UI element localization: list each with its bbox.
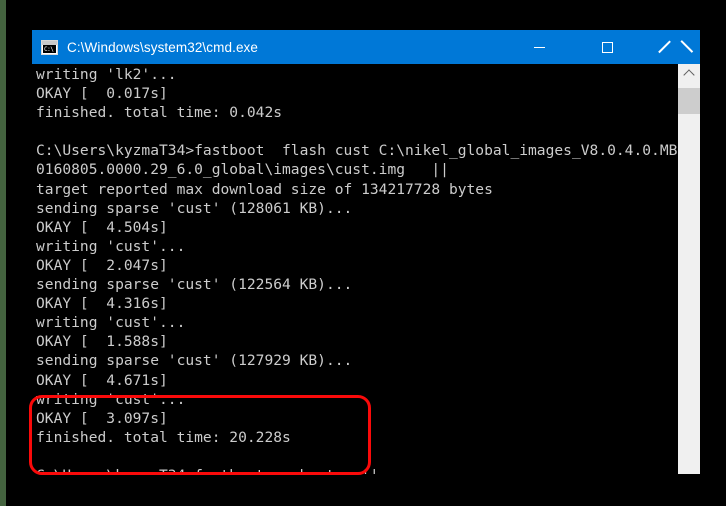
- maximize-button[interactable]: [584, 30, 630, 64]
- console-line: writing 'cust'...: [36, 390, 186, 408]
- console-line: writing 'cust'...: [36, 237, 186, 255]
- console-line: sending sparse 'cust' (122564 KB)...: [36, 276, 353, 294]
- window-title-text: C:\Windows\system32\cmd.exe: [67, 39, 259, 55]
- console-scrollbar[interactable]: [678, 64, 700, 474]
- window-title-bar[interactable]: C:\ C:\Windows\system32\cmd.exe: [32, 30, 700, 64]
- console-line: sending sparse 'cust' (127929 KB)...: [36, 352, 353, 370]
- console-output-area[interactable]: writing 'lk2'... OKAY [ 0.017s] finished. …: [32, 64, 700, 474]
- console-line: OKAY [ 3.097s]: [36, 409, 168, 427]
- command-prompt-window: C:\ C:\Windows\system32\cmd.exe writing …: [32, 30, 700, 474]
- minimize-icon: [533, 46, 545, 48]
- console-output-text: writing 'lk2'... OKAY [ 0.017s] finished. …: [36, 65, 700, 474]
- close-icon: [669, 41, 682, 54]
- console-line: target reported max download size of 134…: [36, 180, 493, 198]
- console-line: C:\Users\kyzmaT34>fastboot flash cust C:…: [36, 142, 700, 160]
- console-line: OKAY [ 1.588s]: [36, 333, 168, 351]
- console-line: 0160805.0000.29_6.0_global\images\cust.i…: [36, 161, 449, 179]
- console-line: finished. total time: 20.228s: [36, 428, 291, 446]
- console-line: C:\Users\kyzmaT34>fastboot reboot ||: [36, 466, 682, 474]
- console-line: writing 'cust'...: [36, 314, 186, 332]
- cmd-icon-prompt-text: C:\: [43, 44, 56, 53]
- console-line: OKAY [ 2.047s]: [36, 256, 168, 274]
- console-line: OKAY [ 0.017s]: [36, 85, 168, 103]
- console-line: writing 'lk2'...: [36, 66, 177, 83]
- console-line: OKAY [ 4.504s]: [36, 218, 168, 236]
- close-button[interactable]: [652, 30, 698, 64]
- console-line: OKAY [ 4.316s]: [36, 295, 168, 313]
- scroll-down-button[interactable]: [678, 456, 700, 474]
- console-line: OKAY [ 4.671s]: [36, 371, 168, 389]
- console-line: finished. total time: 0.042s: [36, 104, 283, 122]
- minimize-button[interactable]: [516, 30, 562, 64]
- cmd-console-icon: C:\: [41, 39, 58, 55]
- scroll-up-button[interactable]: [678, 64, 700, 82]
- chevron-up-icon: [683, 68, 695, 81]
- console-line: sending sparse 'cust' (128061 KB)...: [36, 199, 353, 217]
- scrollbar-thumb[interactable]: [678, 88, 700, 114]
- desktop-edge-strip: [0, 0, 6, 506]
- maximize-icon: [601, 41, 613, 53]
